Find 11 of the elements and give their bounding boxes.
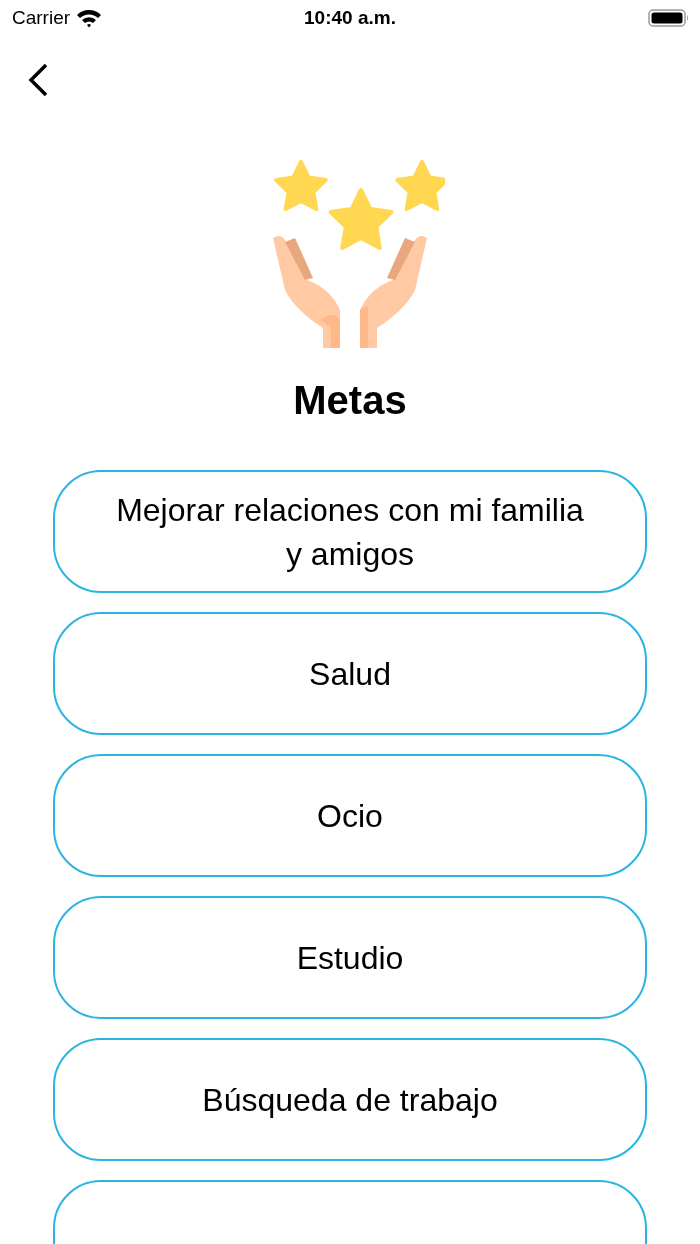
goal-button[interactable]: Ocio <box>53 754 647 877</box>
goal-button[interactable]: Estudio <box>53 896 647 1019</box>
goal-button[interactable]: Búsqueda de trabajo <box>53 1038 647 1161</box>
page-title: Metas <box>292 377 408 424</box>
battery-icon <box>648 8 690 28</box>
goal-button[interactable]: Mejorar relaciones con mi familia y amigos <box>53 470 647 593</box>
wifi-icon <box>76 8 103 28</box>
goal-button[interactable]: Salud <box>53 612 647 735</box>
status-time: 10:40 a.m. <box>304 7 396 29</box>
back-icon[interactable] <box>26 62 50 98</box>
carrier-label: Carrier <box>12 7 71 29</box>
